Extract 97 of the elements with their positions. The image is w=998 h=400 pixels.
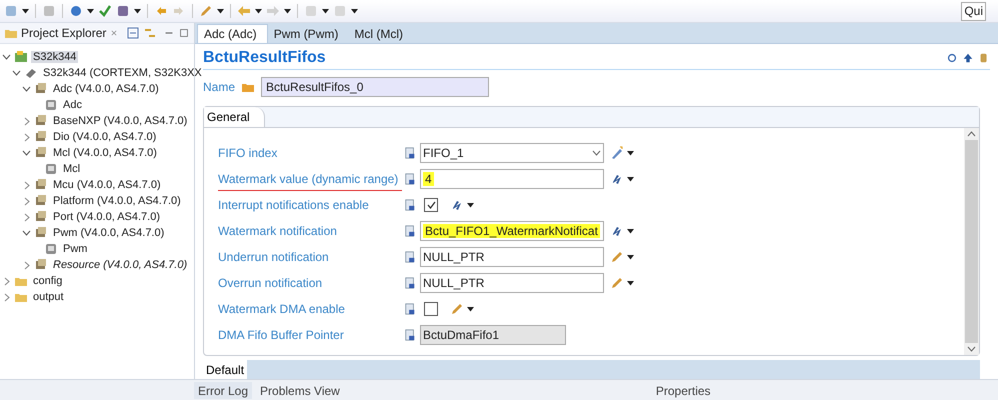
checkbox[interactable] [424,198,438,212]
tree-item[interactable]: Resource (V4.0.0, AS4.7.0) [51,259,190,271]
field-label: DMA Fifo Buffer Pointer [218,328,344,342]
caret-icon[interactable] [627,254,634,260]
parameter-icon [404,147,416,159]
scrollbar[interactable] [964,128,979,355]
caret-icon[interactable] [87,8,94,14]
field-value: FIFO_1 [423,146,464,160]
config-icon [44,162,58,176]
editor-tab[interactable]: Mcl (Mcl) [348,24,414,43]
config-icon [44,98,58,112]
tree-item[interactable]: Mcl (V4.0.0, AS4.7.0) [51,147,159,159]
collapse-all-icon[interactable] [126,26,140,40]
project-icon [14,50,28,64]
caret-icon[interactable] [22,8,29,14]
checkbox[interactable] [424,302,438,316]
close-icon[interactable] [109,28,120,38]
module-icon [34,130,48,144]
field-label: Overrun notification [218,276,322,290]
module-icon [34,114,48,128]
check-icon [426,201,436,209]
field-value: BctuDmaFifo1 [423,328,500,342]
tree-item[interactable]: Pwm [61,243,90,255]
chevron-icon[interactable] [592,150,601,156]
tree-item[interactable]: Adc (V4.0.0, AS4.7.0) [51,83,161,95]
check-icon[interactable] [98,4,112,18]
field-value: NULL_PTR [423,276,484,290]
tree-item[interactable]: Dio (V4.0.0, AS4.7.0) [51,131,158,143]
field-value: 4 [423,172,434,186]
parameter-icon [404,251,416,263]
parameter-icon [404,225,416,237]
parameter-icon [404,303,416,315]
field-value: Bctu_FIFO1_WatermarkNotificat [423,224,600,238]
field-label: FIFO index [218,146,278,160]
scroll-down-icon[interactable] [967,346,976,352]
tree-item[interactable]: Pwm (V4.0.0, AS4.7.0) [51,227,166,239]
maximize-icon[interactable] [178,27,190,39]
field-label: Interrupt notifications enable [218,198,369,212]
name-label: Name [203,80,236,94]
caret-icon[interactable] [627,176,634,182]
tree-item[interactable]: config [31,275,64,287]
caret-icon[interactable] [284,8,291,14]
tree-item[interactable]: Adc [61,99,84,111]
tree-item[interactable]: Platform (V4.0.0, AS4.7.0) [51,195,183,207]
caret-icon[interactable] [322,8,329,14]
caret-icon[interactable] [467,306,474,312]
parameter-icon [404,199,416,211]
module-icon [34,194,48,208]
field-label: Watermark DMA enable [218,302,345,316]
editor-title: BctuResultFifos [203,49,326,67]
up-icon[interactable] [962,52,974,64]
parameter-icon [404,173,416,185]
input-field[interactable]: NULL_PTR [420,273,604,293]
parameter-icon [404,277,416,289]
input-field[interactable]: NULL_PTR [420,247,604,267]
caret-icon[interactable] [627,280,634,286]
input-field[interactable]: Bctu_FIFO1_WatermarkNotificat [420,221,604,241]
globe-icon[interactable] [69,4,83,18]
module-icon [34,178,48,192]
view-tab[interactable]: Properties [652,382,715,399]
tree-item[interactable]: output [31,291,66,303]
tree-item[interactable]: Mcl [61,163,82,175]
caret-icon[interactable] [351,8,358,14]
name-field[interactable]: BctuResultFifos_0 [261,77,490,97]
parameter-icon [404,329,416,341]
caret-icon[interactable] [467,202,474,208]
module-icon [34,210,48,224]
field-label: Watermark value (dynamic range) [218,172,402,191]
scroll-up-icon[interactable] [967,131,976,137]
input-field[interactable]: 4 [420,169,604,189]
field-label: Underrun notification [218,250,329,264]
tree-item[interactable]: Mcu (V4.0.0, AS4.7.0) [51,179,163,191]
view-tab[interactable]: Problems View [256,382,344,399]
module-icon [34,226,48,240]
view-tab[interactable]: Error Log [194,382,252,399]
tree-item[interactable]: BaseNXP (V4.0.0, AS4.7.0) [51,115,190,127]
caret-icon[interactable] [134,8,141,14]
caret-icon[interactable] [627,228,634,234]
chip-icon [24,66,38,80]
tree-item[interactable]: S32k344 (CORTEXM, S32K3XX [41,67,204,79]
tree-item[interactable]: Port (V4.0.0, AS4.7.0) [51,211,162,223]
caret-icon[interactable] [217,8,224,14]
caret-icon[interactable] [255,8,262,14]
field-value: NULL_PTR [423,250,484,264]
module-icon [34,146,48,160]
module-icon [34,82,48,96]
editor-tab[interactable]: Adc (Adc) [197,24,268,43]
tree-item[interactable]: S32k344 [31,51,78,63]
module-icon [34,258,48,272]
editor-tab[interactable]: Pwm (Pwm) [268,24,348,43]
field-label: Watermark notification [218,224,337,238]
quick-access-field[interactable]: Qui [961,2,986,20]
caret-icon[interactable] [627,150,634,156]
page-tab[interactable]: Default [203,360,248,379]
section-tab[interactable]: General [204,107,265,127]
dropdown[interactable]: FIFO_1 [420,143,604,163]
config-icon [44,242,58,256]
